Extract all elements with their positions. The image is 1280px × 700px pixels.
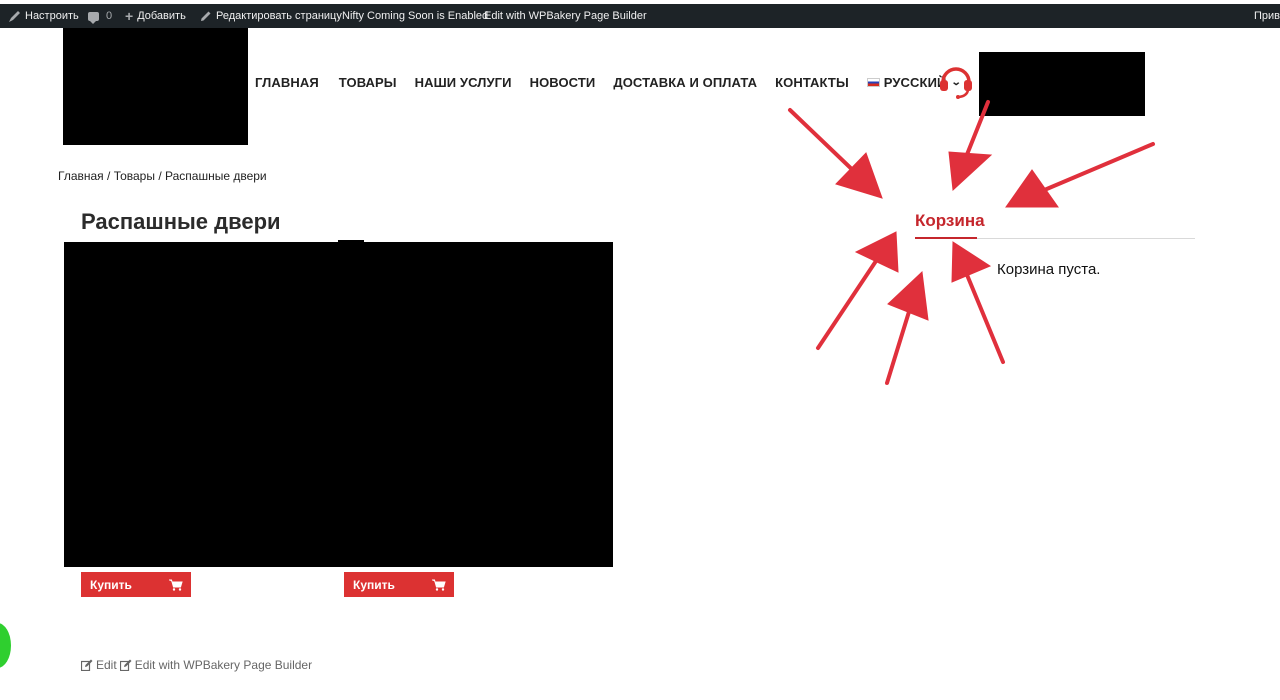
edit-icon [81, 659, 93, 671]
annotation-arrow [951, 241, 992, 283]
edit-wpbakery-label: Edit with WPBakery Page Builder [134, 658, 313, 672]
annotation-arrow [948, 151, 993, 192]
annotation-arrow [816, 256, 880, 350]
edit-wpbakery-link[interactable]: Edit with WPBakery Page Builder [119, 658, 313, 672]
annotation-arrow [854, 231, 899, 273]
edit-link[interactable]: Edit [81, 658, 117, 672]
edit-icon [119, 659, 132, 671]
edit-links: Edit Edit with WPBakery Page Builder [81, 658, 312, 672]
annotation-arrow [885, 300, 914, 385]
annotation-arrow [788, 108, 862, 179]
annotation-arrow [963, 268, 1005, 364]
edit-link-label: Edit [96, 658, 117, 672]
annotation-arrow [1040, 142, 1155, 193]
annotation-arrows [788, 100, 1155, 385]
